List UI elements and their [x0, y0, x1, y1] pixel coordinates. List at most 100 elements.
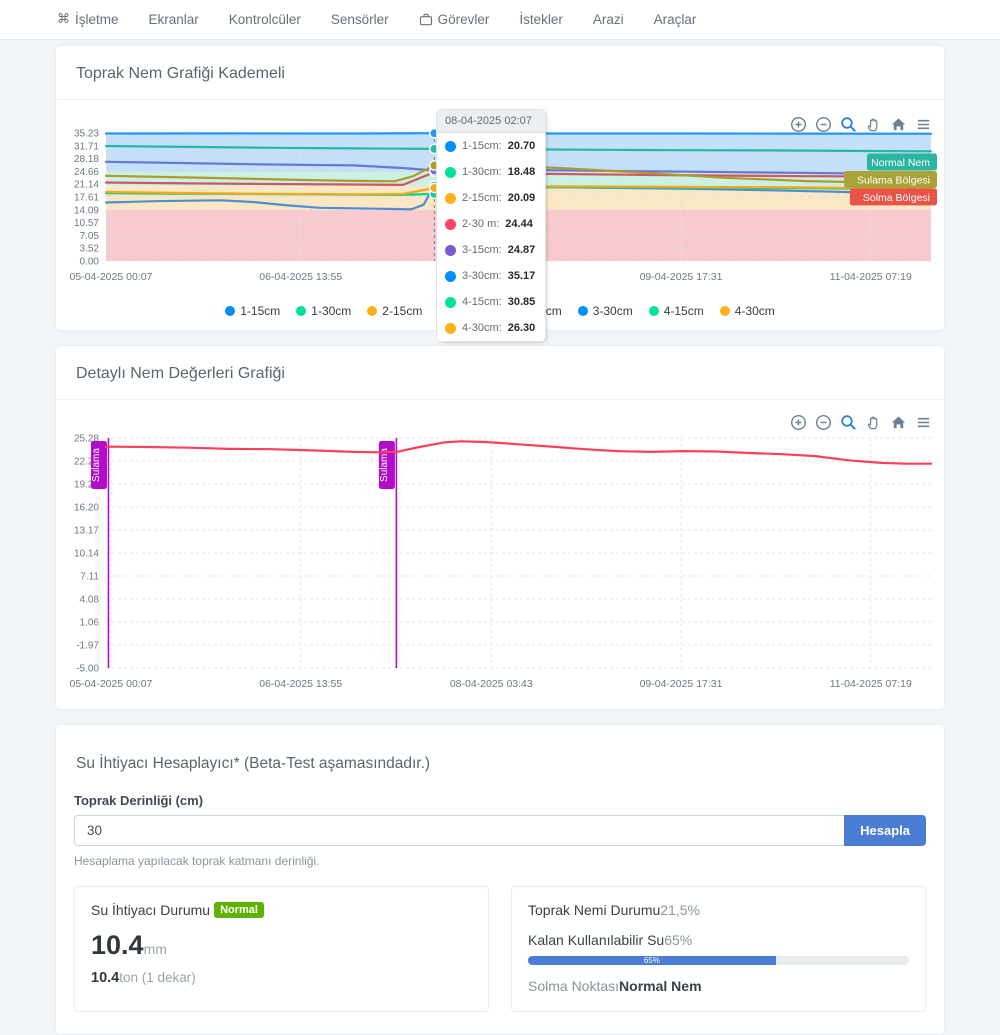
water-need-mm-value: 10.4: [91, 930, 144, 960]
nav-item-kontrolcüler[interactable]: Kontrolcüler: [229, 12, 301, 27]
nav-item-araçlar[interactable]: Araçlar: [654, 12, 697, 27]
series-dot-icon: [445, 167, 456, 178]
water-need-mm-unit: mm: [144, 941, 167, 957]
tooltip-row: 2-30 m: 24.44: [437, 211, 545, 237]
region-label-text: Normal Nem: [871, 157, 930, 169]
legend-dot-icon: [720, 306, 730, 316]
nav-item-i̇şletme[interactable]: ⌘İşletme: [57, 12, 119, 27]
series-dot-icon: [445, 245, 456, 256]
legend-dot-icon: [296, 306, 306, 316]
y-tick: 10.14: [74, 549, 99, 560]
y-tick: 13.17: [74, 525, 99, 536]
series-dot-icon: [445, 219, 456, 230]
detail-chart-area[interactable]: 25.2822.2519.2216.2013.1710.147.114.081.…: [56, 400, 944, 709]
series-dot-icon: [445, 193, 456, 204]
detail-chart-svg[interactable]: 25.2822.2519.2216.2013.1710.147.114.081.…: [56, 420, 944, 694]
card-soil-moisture-stacked: Toprak Nem Grafiği Kademeli 35.2331.7128…: [55, 45, 945, 331]
stacked-chart-title: Toprak Nem Grafiği Kademeli: [76, 65, 924, 83]
tooltip-row: 3-15cm: 24.87: [437, 237, 545, 263]
x-tick: 06-04-2025 13:55: [259, 678, 342, 690]
y-tick: 1.06: [80, 617, 100, 628]
moisture-value: 21,5%: [660, 902, 700, 918]
status-badge: Normal: [214, 902, 264, 918]
zoom-in-icon[interactable]: [790, 116, 807, 133]
nav-item-ekranlar[interactable]: Ekranlar: [149, 12, 199, 27]
series-dot-icon: [445, 323, 456, 334]
x-tick: 05-04-2025 00:07: [69, 271, 152, 283]
y-tick: 16.20: [74, 502, 99, 513]
nav-item-sensörler[interactable]: Sensörler: [331, 12, 389, 27]
tooltip-title: 08-04-2025 02:07: [437, 110, 545, 133]
calculate-button[interactable]: Hesapla: [844, 815, 926, 846]
y-tick: 17.61: [74, 193, 99, 204]
chart-tooltip: 08-04-2025 02:07 1-15cm: 20.70 1-30cm: 1…: [436, 109, 546, 342]
legend-item-1-30cm[interactable]: 1-30cm: [296, 304, 351, 318]
selection-zoom-icon[interactable]: [840, 414, 857, 431]
tooltip-row: 1-15cm: 20.70: [437, 133, 545, 159]
tooltip-row: 3-30cm: 35.17: [437, 263, 545, 289]
series-dot-icon: [445, 297, 456, 308]
annotation-label: Sulama: [91, 448, 102, 482]
selection-zoom-icon[interactable]: [840, 116, 857, 133]
y-tick: 14.09: [74, 205, 99, 216]
legend-item-1-15cm[interactable]: 1-15cm: [225, 304, 280, 318]
command-icon: ⌘: [57, 13, 70, 26]
zoom-out-icon[interactable]: [815, 414, 832, 431]
depth-label: Toprak Derinliği (cm): [74, 793, 926, 808]
stacked-chart-area[interactable]: 35.2331.7128.1824.6621.1417.6114.0910.57…: [56, 100, 944, 298]
x-tick: 05-04-2025 00:07: [69, 678, 152, 690]
card-detail-moisture: Detaylı Nem Değerleri Grafiği 25.2822.25…: [55, 345, 945, 710]
legend-item-3-30cm[interactable]: 3-30cm: [578, 304, 633, 318]
pan-icon[interactable]: [865, 116, 882, 133]
depth-input[interactable]: [74, 815, 844, 846]
water-need-label: Su İhtiyacı Durumu: [91, 902, 210, 918]
y-tick: 10.57: [74, 218, 99, 229]
legend-item-4-15cm[interactable]: 4-15cm: [649, 304, 704, 318]
series-dot-icon: [445, 271, 456, 282]
region-label-text: Solma Bölgesi: [863, 192, 930, 204]
page: Toprak Nem Grafiği Kademeli 35.2331.7128…: [0, 40, 1000, 1035]
y-tick: 7.11: [80, 572, 99, 583]
water-need-ton-value: 10.4: [91, 970, 119, 986]
legend-dot-icon: [649, 306, 659, 316]
series-line-Nem: [106, 441, 931, 463]
y-tick: 31.71: [74, 141, 99, 152]
top-nav: ⌘İşletme Ekranlar Kontrolcüler Sensörler Gör…: [0, 0, 1000, 40]
wilting-point-label: Solma Noktası: [528, 978, 619, 994]
menu-icon[interactable]: [915, 116, 932, 133]
nav-item-arazi[interactable]: Arazi: [593, 12, 624, 27]
y-tick: 0.00: [80, 257, 100, 268]
y-tick: -5.00: [76, 664, 99, 675]
region-label-text: Sulama Bölgesi: [857, 174, 930, 186]
home-icon[interactable]: [890, 116, 907, 133]
zoom-out-icon[interactable]: [815, 116, 832, 133]
zoom-in-icon[interactable]: [790, 414, 807, 431]
y-tick: 4.08: [80, 595, 100, 606]
wilting-point-value: Normal Nem: [619, 978, 701, 994]
progress-label: 65%: [644, 956, 660, 965]
menu-icon[interactable]: [915, 414, 932, 431]
calculator-title: Su İhtiyacı Hesaplayıcı* (Beta-Test aşam…: [74, 743, 926, 793]
legend-dot-icon: [225, 306, 235, 316]
x-tick: 11-04-2025 07:19: [830, 678, 912, 690]
available-water-label: Kalan Kullanılabilir Su: [528, 932, 664, 948]
tooltip-row: 4-30cm: 26.30: [437, 315, 545, 341]
pan-icon[interactable]: [865, 414, 882, 431]
soil-moisture-result-box: Toprak Nemi Durumu21,5% Kalan Kullanılab…: [511, 886, 926, 1012]
y-tick: 35.23: [74, 129, 99, 140]
x-tick: 09-04-2025 17:31: [640, 271, 723, 283]
water-need-result-box: Su İhtiyacı Durumu Normal 10.4mm 10.4ton…: [74, 886, 489, 1012]
nav-item-görevler[interactable]: Görevler: [419, 12, 490, 27]
depth-help-text: Hesaplama yapılacak toprak katmanı derin…: [74, 854, 926, 868]
legend-item-2-15cm[interactable]: 2-15cm: [367, 304, 422, 318]
series-dot-icon: [445, 141, 456, 152]
nav-item-i̇stekler[interactable]: İstekler: [519, 12, 563, 27]
y-tick: -1.97: [76, 640, 99, 651]
home-icon[interactable]: [890, 414, 907, 431]
water-need-ton-unit: ton (1 dekar): [119, 970, 196, 985]
legend-dot-icon: [578, 306, 588, 316]
available-water-value: 65%: [664, 932, 692, 948]
x-tick: 11-04-2025 07:19: [830, 271, 912, 283]
legend-item-4-30cm[interactable]: 4-30cm: [720, 304, 775, 318]
moisture-label: Toprak Nemi Durumu: [528, 902, 660, 918]
